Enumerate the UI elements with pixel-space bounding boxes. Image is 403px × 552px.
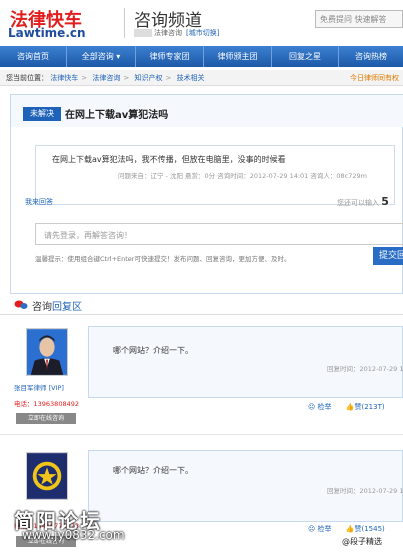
answer-box: 哪个网站？介绍一下。 回复时间：2012-07-29 1 bbox=[88, 326, 403, 398]
reply-section-title: 咨询回复区 bbox=[32, 302, 82, 313]
reply-time: 回复时间：2012-07-29 1 bbox=[327, 365, 403, 373]
breadcrumb-label: 您当前位置： bbox=[6, 74, 48, 82]
header-divider bbox=[124, 8, 125, 38]
nav-reply-star[interactable]: 回复之星 bbox=[272, 46, 338, 67]
report-link[interactable]: ☹ 检举 bbox=[308, 525, 338, 533]
question-box: 未解决 在网上下载av算犯法吗 在网上下载av算犯法吗，我不传播，但放在电脑里，… bbox=[10, 94, 403, 294]
nav-expert-team[interactable]: 律师专家团 bbox=[136, 46, 203, 67]
forum-url-watermark: www.jy0832.com bbox=[22, 528, 125, 542]
consult-online-button[interactable]: 立即在线咨询 bbox=[16, 413, 76, 424]
like-button[interactable]: 👍赞(213T) bbox=[346, 403, 391, 411]
submit-button[interactable]: 提交回 bbox=[373, 247, 403, 265]
question-content: 在网上下载av算犯法吗，我不传播，但放在电脑里，没事的时候看 bbox=[52, 155, 286, 164]
breadcrumb-item[interactable]: 知识产权 bbox=[134, 74, 162, 82]
main-nav: 咨询首页 全部咨询 ▾ 律师专家团 律师颁主团 回复之星 咨询热榜 bbox=[0, 46, 403, 67]
nav-all-questions[interactable]: 全部咨询 ▾ bbox=[67, 46, 135, 67]
sub-info: 法律咨询 [城市切换] bbox=[134, 28, 219, 38]
lawyer-avatar[interactable] bbox=[26, 452, 68, 500]
nav-lawyer-group[interactable]: 律师颁主团 bbox=[204, 46, 271, 67]
breadcrumb: 您当前位置： 法律快车 > 法律咨询 > 知识产权 > 技术相关 今日律师同有权 bbox=[0, 70, 403, 86]
source-watermark: @段子精选 bbox=[342, 537, 382, 546]
lawyer-phone: 电话：13963808492 bbox=[14, 400, 79, 408]
reply-tip: 温馨提示：使用组合键Ctrl+Enter可快速提交！发布问题、回复咨询，更加方便… bbox=[35, 255, 291, 263]
like-button[interactable]: 👍赞(1545) bbox=[346, 525, 391, 533]
reply-time: 回复时间：2012-07-29 1 bbox=[327, 487, 403, 495]
section-divider bbox=[0, 314, 403, 315]
lawyer-avatar[interactable] bbox=[26, 328, 68, 376]
status-badge: 未解决 bbox=[23, 107, 61, 121]
reply-actions: ☹ 检举 👍赞(1545) bbox=[308, 524, 397, 534]
report-link[interactable]: ☹ 检举 bbox=[308, 403, 338, 411]
char-limit: 您还可以输入 5 bbox=[337, 195, 389, 208]
header-search-input[interactable]: 免费提问 快速解答 bbox=[315, 10, 403, 28]
nav-hot-list[interactable]: 咨询热榜 bbox=[339, 46, 403, 67]
answer-box: 哪个网站？介绍一下。 回复时间：2012-07-29 1 bbox=[88, 450, 403, 522]
reply-label: 我来回答 bbox=[25, 198, 53, 206]
service-label: 法律咨询 bbox=[154, 29, 182, 37]
nav-home[interactable]: 咨询首页 bbox=[0, 46, 66, 67]
reply-actions: ☹ 检举 👍赞(213T) bbox=[308, 402, 397, 412]
answer-text: 哪个网站？介绍一下。 bbox=[113, 466, 193, 475]
reply-textarea[interactable]: 请先登录，再解答咨询！ bbox=[35, 223, 403, 245]
site-header: 法律快车 Lawtime.cn 咨询频道 法律咨询 [城市切换] 免费提问 快速解… bbox=[0, 0, 403, 44]
question-header: 未解决 在网上下载av算犯法吗 bbox=[11, 95, 403, 127]
question-meta: 问题来自：辽宁 - 沈阳 悬赏：0分 咨询时间：2012-07-29 14:01… bbox=[118, 172, 367, 180]
city-switch-link[interactable]: [城市切换] bbox=[186, 29, 219, 37]
answer-text: 哪个网站？介绍一下。 bbox=[113, 346, 193, 355]
lawyer-name[interactable]: 张目军律师 [VIP] bbox=[14, 382, 64, 392]
breadcrumb-item[interactable]: 技术相关 bbox=[177, 74, 205, 82]
reply-divider bbox=[0, 434, 403, 435]
breadcrumb-item[interactable]: 法律快车 bbox=[50, 74, 78, 82]
blurred-location bbox=[134, 29, 152, 37]
chat-bubble-icon bbox=[14, 300, 28, 309]
breadcrumb-item[interactable]: 法律咨询 bbox=[92, 74, 120, 82]
question-title: 在网上下载av算犯法吗 bbox=[65, 110, 169, 121]
today-lawyer-link[interactable]: 今日律师同有权 bbox=[350, 70, 399, 86]
logo-domain[interactable]: Lawtime.cn bbox=[8, 26, 86, 40]
